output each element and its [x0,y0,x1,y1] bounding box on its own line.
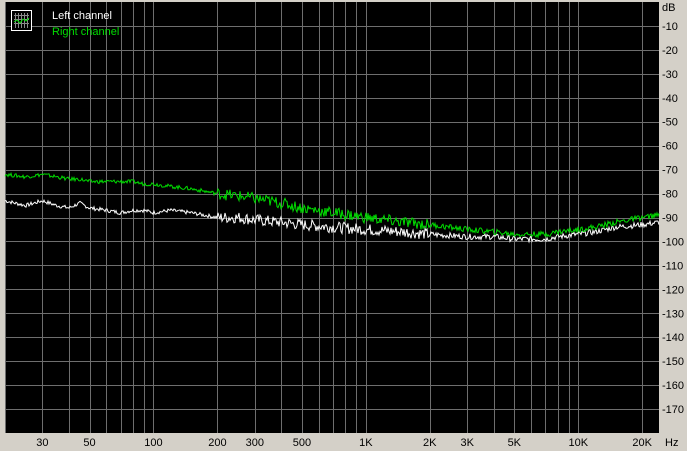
x-tick-label: 5K [508,437,522,449]
x-tick-label: 2K [423,437,437,449]
y-tick-label: -150 [662,356,684,368]
y-tick-label: -100 [662,236,684,248]
x-tick-label: 30 [36,437,48,449]
x-tick-label: 50 [83,437,95,449]
y-axis-unit-label: dB [662,2,675,14]
plot-area [5,2,659,433]
y-tick-label: -50 [662,117,678,129]
legend-right-channel: Right channel [52,26,119,38]
y-tick-label: -120 [662,284,684,296]
x-tick-label: 100 [144,437,162,449]
x-axis-unit-label: Hz [665,437,678,449]
y-tick-label: -170 [662,404,684,416]
legend-left-channel: Left channel [52,10,112,22]
y-tick-label: -130 [662,308,684,320]
y-tick-label: -160 [662,380,684,392]
y-tick-label: -30 [662,69,678,81]
x-tick-label: 300 [246,437,264,449]
y-tick-label: -40 [662,93,678,105]
y-tick-label: -80 [662,189,678,201]
x-tick-label: 500 [293,437,311,449]
y-tick-label: -140 [662,332,684,344]
x-tick-label: 3K [460,437,474,449]
y-tick-label: -70 [662,165,678,177]
y-tick-label: -20 [662,45,678,57]
y-tick-label: -10 [662,21,678,33]
x-tick-label: 1K [359,437,373,449]
x-tick-label: 10K [568,437,588,449]
x-tick-label: 200 [208,437,226,449]
y-tick-label: -90 [662,213,678,225]
y-tick-label: -60 [662,141,678,153]
y-tick-label: -110 [662,260,683,272]
legend-icon[interactable] [11,10,32,31]
spectrum-chart: -10 -20 -30 -40 -50 -60 -70 -80 -90 -100 -110 -120 -… [0,0,687,451]
x-tick-label: 20K [632,437,652,449]
